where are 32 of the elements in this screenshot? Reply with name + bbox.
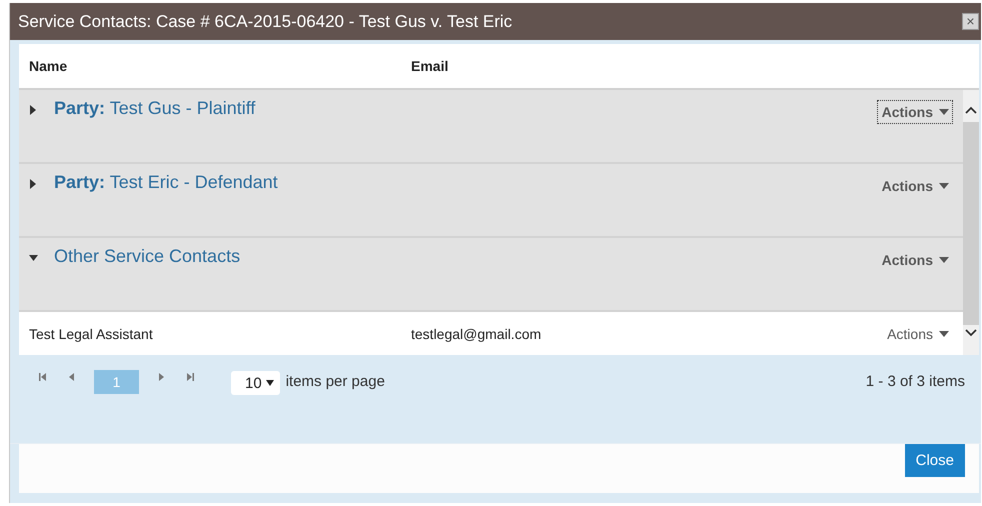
expand-icon[interactable]: [29, 105, 38, 116]
scrollbar[interactable]: [963, 90, 979, 356]
window-title: Service Contacts: Case # 6CA-2015-06420 - Test Gus v. Test Eric: [18, 12, 512, 32]
table-cell-text: Test Legal Assistant: [29, 326, 154, 342]
table-cell-text: testlegal@gmail.com: [411, 326, 542, 342]
next-page-icon[interactable]: [158, 373, 165, 382]
column-header: Email: [411, 58, 450, 74]
group-label: Party: Test Gus - Plaintiff: [54, 98, 256, 120]
collapse-icon[interactable]: [29, 253, 38, 264]
caret-icon: [266, 380, 274, 386]
items-summary: 1 - 3 of 3 items: [866, 373, 965, 390]
scroll-up-icon[interactable]: [965, 106, 977, 114]
group-label: Other Service Contacts: [54, 246, 242, 268]
previous-page-icon[interactable]: [68, 373, 75, 382]
scroll-down-icon[interactable]: [965, 329, 977, 338]
caret-icon: [939, 330, 949, 337]
caret-icon: [939, 257, 949, 264]
actions-dropdown[interactable]: Actions: [876, 174, 953, 198]
group-label: Party: Test Eric - Defendant: [54, 172, 279, 194]
last-page-icon[interactable]: [187, 373, 194, 382]
first-page-icon[interactable]: [39, 373, 46, 382]
caret-icon: [939, 109, 949, 116]
actions-dropdown[interactable]: Actions: [882, 322, 953, 346]
close-button[interactable]: ×: [962, 13, 979, 30]
caret-icon: [939, 183, 949, 190]
close-button[interactable]: Close: [904, 444, 965, 477]
page-size-label: items per page: [286, 373, 385, 390]
actions-dropdown[interactable]: Actions: [876, 100, 953, 124]
page-size-dropdown[interactable]: 10: [231, 371, 280, 396]
column-header: Name: [29, 58, 68, 74]
actions-dropdown[interactable]: Actions: [876, 248, 953, 272]
expand-icon[interactable]: [29, 179, 38, 190]
